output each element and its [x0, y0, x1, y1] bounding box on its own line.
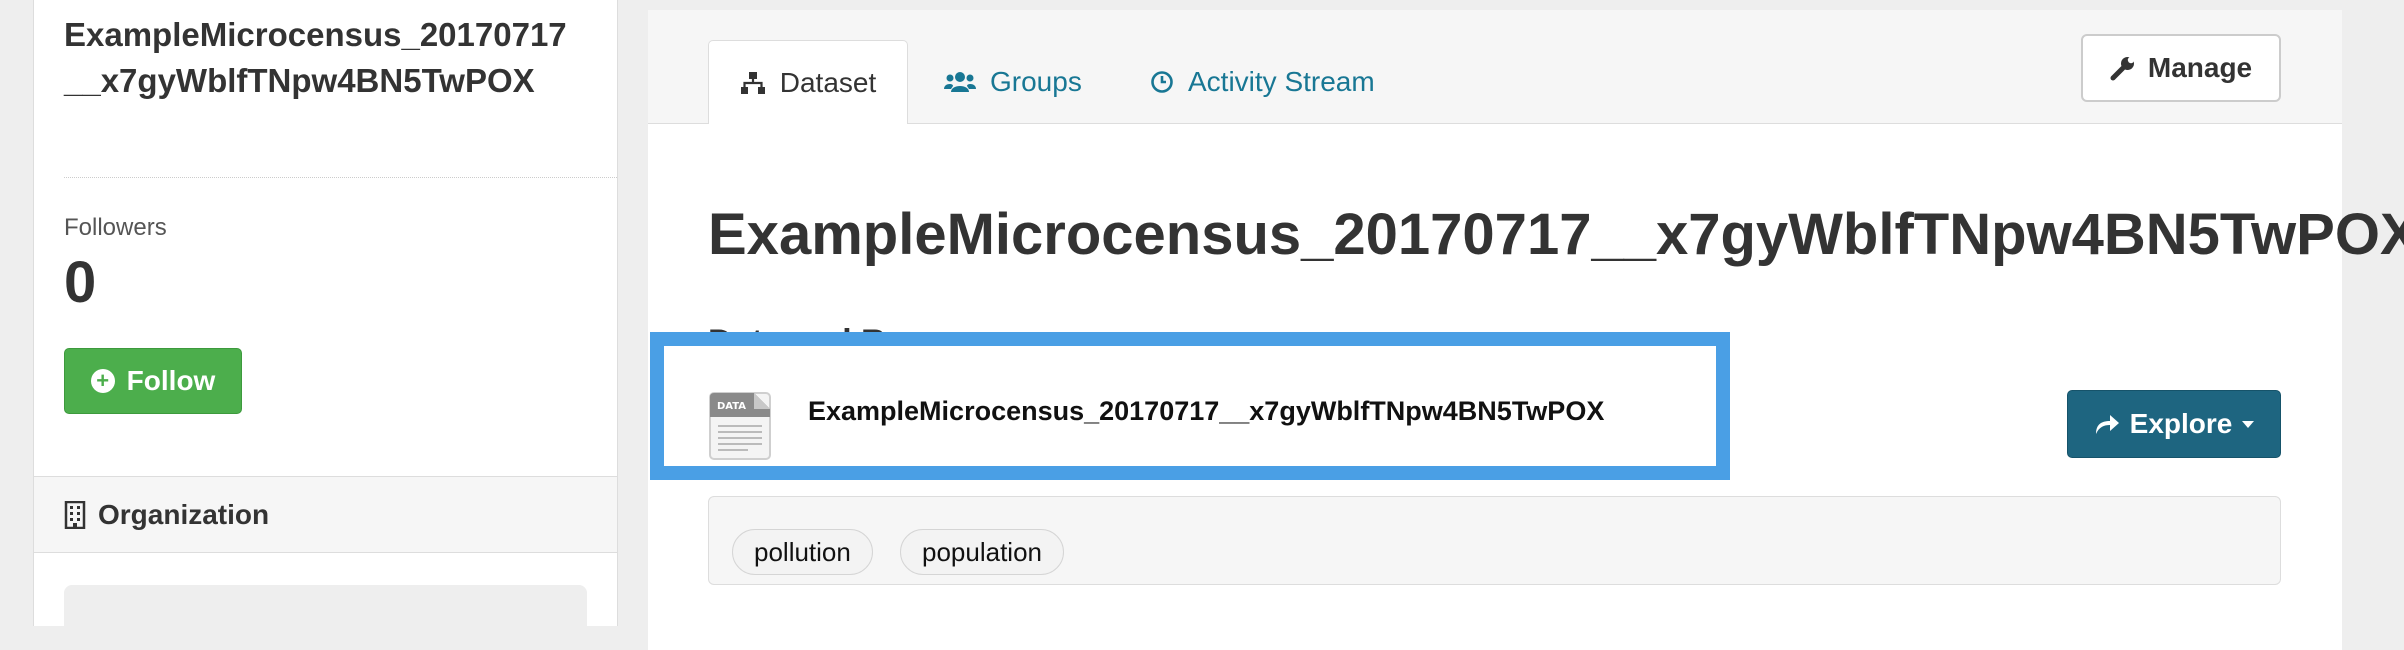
svg-text:DATA: DATA: [717, 401, 746, 412]
followers-label: Followers: [64, 214, 167, 241]
caret-down-icon: [2242, 420, 2255, 428]
tag-pollution[interactable]: pollution: [732, 529, 873, 575]
explore-button-label: Explore: [2129, 408, 2233, 439]
tab-dataset[interactable]: Dataset: [708, 40, 908, 124]
tag-population[interactable]: population: [900, 529, 1064, 575]
main-content: Dataset Groups Activity Stream Manage Ex…: [648, 10, 2404, 650]
manage-button-label: Manage: [2147, 52, 2253, 83]
sidebar: ExampleMicrocen­sus_20170717__x7gyWblfT­…: [33, 0, 618, 645]
tab-groups[interactable]: Groups: [944, 40, 1082, 124]
plus-circle-icon: +: [90, 369, 115, 393]
building-icon: [64, 500, 86, 529]
organization-label: Organization: [98, 498, 270, 530]
follow-button[interactable]: + Follow: [64, 348, 242, 414]
sitemap-icon: [740, 71, 765, 94]
tab-activity-stream[interactable]: Activity Stream: [1150, 40, 1375, 124]
sidebar-divider: [64, 177, 617, 178]
share-icon: [2095, 415, 2119, 434]
users-icon: [944, 72, 976, 92]
resource-item-link[interactable]: ExampleMicrocensus_20170717__x7gyWblfTNp…: [808, 396, 1604, 427]
tab-dataset-label: Dataset: [779, 66, 877, 98]
organization-image-placeholder: [64, 585, 587, 645]
organization-section-header: Organization: [34, 476, 617, 553]
follow-button-label: Follow: [126, 365, 216, 396]
tags-list: pollution population: [708, 496, 2281, 585]
clock-icon: [1151, 71, 1173, 93]
tab-activity-label: Activity Stream: [1188, 66, 1375, 97]
wrench-icon: [2110, 56, 2135, 81]
sidebar-dataset-title: ExampleMicrocen­sus_20170717__x7gyWblfT­…: [64, 16, 567, 99]
data-file-icon: DATA: [709, 392, 771, 460]
tab-groups-label: Groups: [990, 66, 1082, 97]
followers-count: 0: [64, 250, 97, 315]
explore-button[interactable]: Explore: [2067, 390, 2281, 458]
dataset-title: ExampleMicrocensus_20170717__x7gyWblfTNp…: [708, 202, 2404, 267]
manage-button[interactable]: Manage: [2081, 34, 2281, 102]
tab-bar: Dataset Groups Activity Stream Manage: [648, 10, 2342, 124]
